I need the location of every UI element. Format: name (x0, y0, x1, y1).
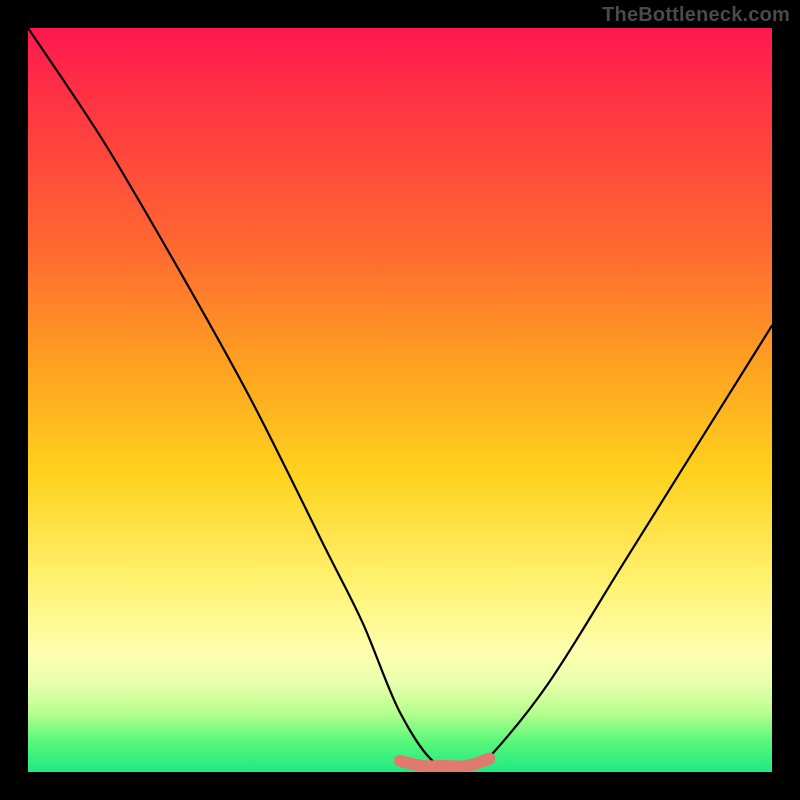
flat-bottom-highlight-path (400, 759, 489, 767)
chart-svg (28, 28, 772, 772)
bottleneck-curve-path (28, 28, 772, 769)
chart-frame: TheBottleneck.com (0, 0, 800, 800)
plot-area (28, 28, 772, 772)
curve-layer (28, 28, 772, 769)
watermark-text: TheBottleneck.com (602, 4, 790, 27)
